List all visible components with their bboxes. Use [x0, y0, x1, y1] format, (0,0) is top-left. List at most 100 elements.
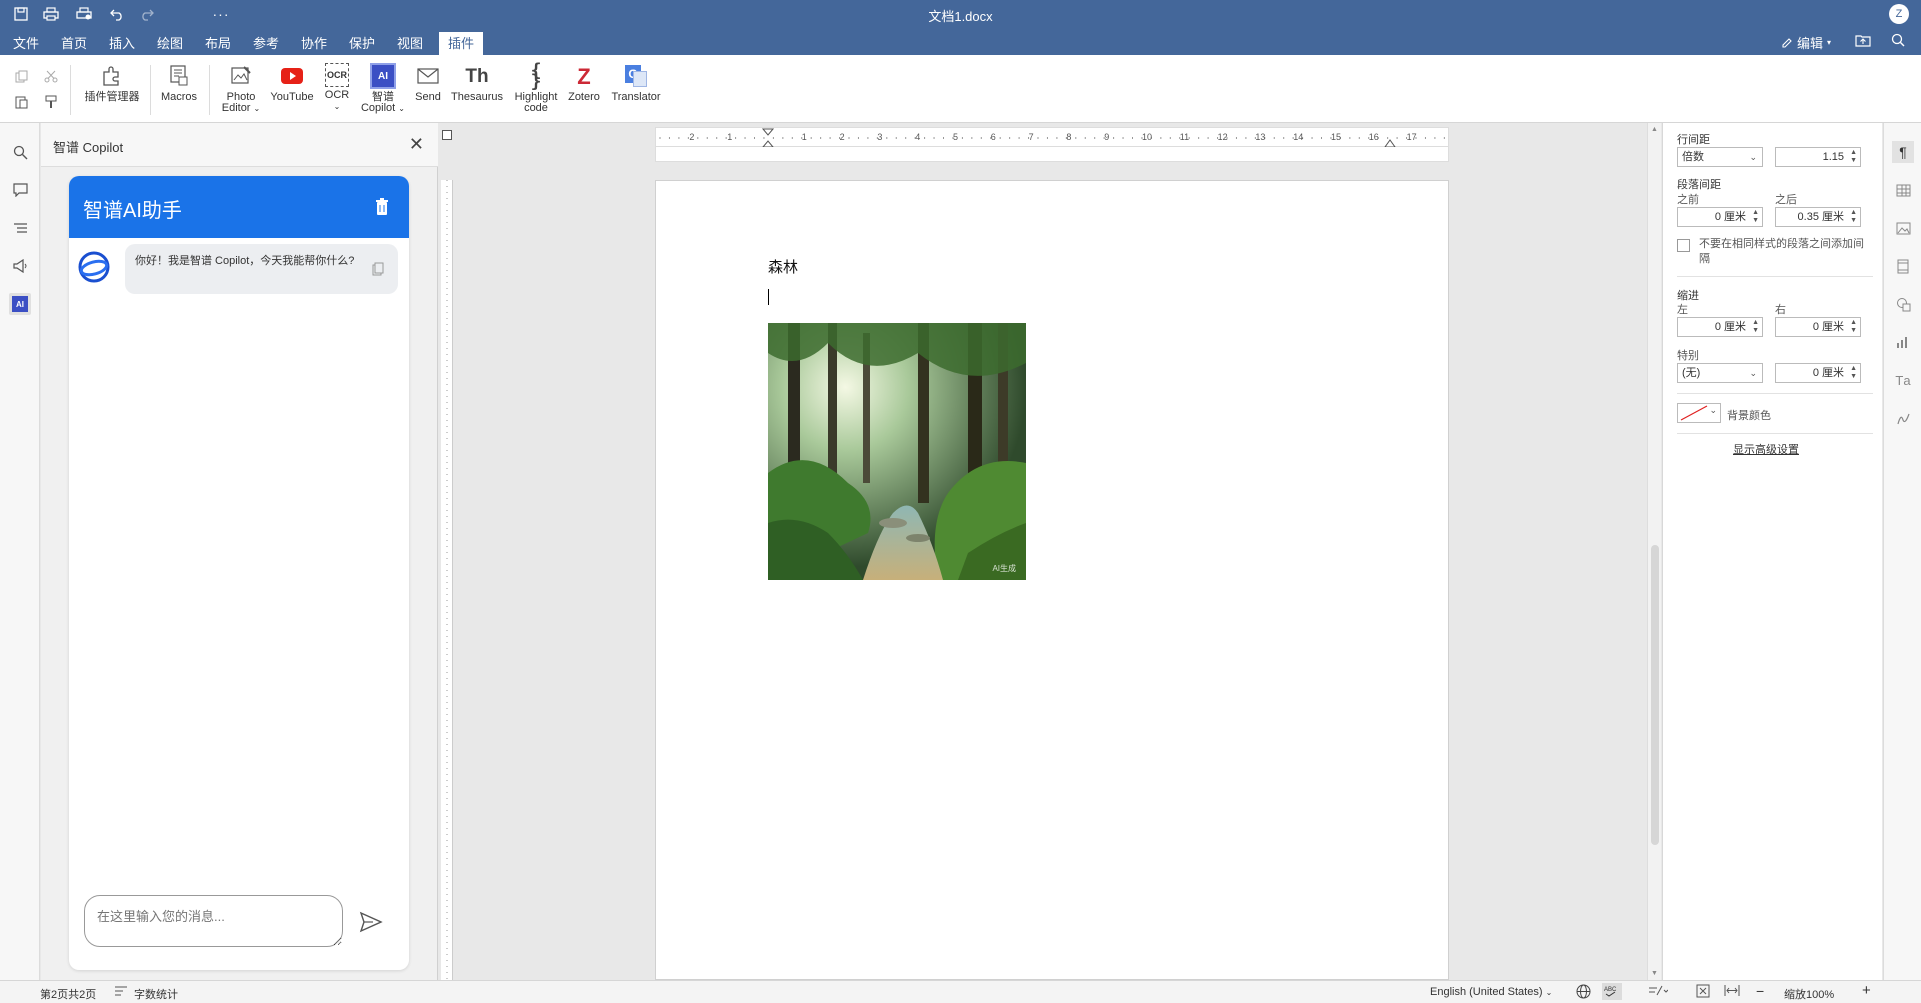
- fit-page-icon[interactable]: [1696, 984, 1710, 1001]
- ai-copilot-icon[interactable]: AI: [9, 293, 31, 315]
- spinner-icon[interactable]: ▲ ▼: [1850, 149, 1857, 165]
- special-indent-mode: (无): [1682, 367, 1701, 379]
- menu-home[interactable]: 首页: [55, 32, 93, 55]
- header-footer-icon[interactable]: [1892, 255, 1914, 277]
- special-indent-select[interactable]: (无) ⌄: [1677, 363, 1763, 383]
- ocr-button[interactable]: OCR OCR ⌄: [320, 63, 354, 112]
- chart-settings-icon[interactable]: [1892, 331, 1914, 353]
- special-indent-field[interactable]: 0 厘米 ▲ ▼: [1775, 363, 1861, 383]
- globe-icon[interactable]: [1576, 984, 1591, 1002]
- scroll-up-icon[interactable]: ▲: [1651, 126, 1658, 133]
- ruler-number: 8: [1066, 132, 1072, 142]
- format-painter-icon[interactable]: [42, 93, 60, 111]
- comment-icon[interactable]: [9, 179, 31, 201]
- scrollbar-thumb[interactable]: [1651, 545, 1659, 845]
- menu-view[interactable]: 视图: [391, 32, 429, 55]
- edit-mode-button[interactable]: 编辑 ▾: [1781, 33, 1831, 52]
- paragraph-settings-icon[interactable]: ¶: [1892, 141, 1914, 163]
- plugin-manager-button[interactable]: 插件管理器: [82, 63, 142, 103]
- section-divider: [1677, 276, 1873, 277]
- menu-file[interactable]: 文件: [7, 32, 45, 55]
- image-watermark: AI生成: [992, 564, 1016, 573]
- send-message-icon[interactable]: [359, 910, 383, 934]
- send-button[interactable]: Send: [412, 63, 444, 103]
- text-art-icon[interactable]: Tа: [1892, 369, 1914, 391]
- spellcheck-icon[interactable]: ABC: [1602, 983, 1622, 1000]
- menu-references[interactable]: 参考: [247, 32, 285, 55]
- zoom-in-icon[interactable]: +: [1862, 982, 1871, 999]
- scroll-down-icon[interactable]: ▼: [1651, 970, 1658, 977]
- ruler-number: 12: [1217, 132, 1228, 142]
- spinner-icon[interactable]: ▲ ▼: [1850, 209, 1857, 225]
- word-count-icon[interactable]: [114, 985, 128, 1001]
- no-color-swatch: [1680, 405, 1708, 421]
- indent-right-field[interactable]: 0 厘米 ▲ ▼: [1775, 317, 1861, 337]
- first-line-indent-marker[interactable]: [762, 128, 774, 148]
- spacing-after-field[interactable]: 0.35 厘米 ▲ ▼: [1775, 207, 1861, 227]
- youtube-button[interactable]: YouTube: [268, 63, 316, 103]
- zhipu-copilot-button[interactable]: AI 智谱 Copilot ⌄: [360, 63, 406, 114]
- zotero-button[interactable]: Z Zotero: [564, 63, 604, 103]
- spinner-icon[interactable]: ▲ ▼: [1752, 209, 1759, 225]
- page-indicator[interactable]: 第2页共2页: [40, 986, 96, 1002]
- advanced-settings-link[interactable]: 显示高级设置: [1733, 441, 1799, 457]
- close-icon[interactable]: ✕: [409, 135, 424, 153]
- open-folder-icon[interactable]: [1855, 33, 1873, 51]
- right-settings-rail: ¶ Tа: [1883, 123, 1921, 980]
- navigation-icon[interactable]: [9, 217, 31, 239]
- table-settings-icon[interactable]: [1892, 179, 1914, 201]
- background-color-picker[interactable]: ⌄: [1677, 403, 1721, 423]
- cut-icon[interactable]: [42, 67, 60, 85]
- tab-stop-selector[interactable]: [442, 130, 452, 140]
- search-icon[interactable]: [1891, 33, 1909, 51]
- image-settings-icon[interactable]: [1892, 217, 1914, 239]
- menu-draw[interactable]: 绘图: [151, 32, 189, 55]
- zoom-out-icon[interactable]: −: [1756, 983, 1764, 999]
- spinner-icon[interactable]: ▲ ▼: [1850, 319, 1857, 335]
- document-heading[interactable]: 森林: [768, 256, 798, 277]
- chevron-down-icon: ⌄: [1749, 152, 1757, 162]
- search-icon[interactable]: [9, 141, 31, 163]
- menu-insert[interactable]: 插入: [103, 32, 141, 55]
- highlight-code-button[interactable]: { } Highlight code: [512, 62, 560, 114]
- indent-left-field[interactable]: 0 厘米 ▲ ▼: [1677, 317, 1763, 337]
- paste-icon[interactable]: [12, 93, 30, 111]
- spacing-before-field[interactable]: 0 厘米 ▲ ▼: [1677, 207, 1763, 227]
- document-title: 文档1.docx: [928, 9, 993, 24]
- ruler-number: 15: [1331, 132, 1342, 142]
- translator-label: Translator: [611, 91, 661, 103]
- forest-image[interactable]: AI生成: [768, 323, 1026, 580]
- line-spacing-value-field[interactable]: 1.15 ▲ ▼: [1775, 147, 1861, 167]
- ai-chip-text: AI: [378, 70, 388, 82]
- announcement-icon[interactable]: [9, 255, 31, 277]
- copy-message-icon[interactable]: [372, 262, 384, 276]
- copy-icon[interactable]: [12, 67, 30, 85]
- photo-editor-button[interactable]: Photo Editor ⌄: [218, 63, 264, 114]
- menu-protect[interactable]: 保护: [343, 32, 381, 55]
- menu-collaborate[interactable]: 协作: [295, 32, 333, 55]
- vertical-scrollbar[interactable]: ▲ ▼: [1647, 123, 1661, 980]
- zoom-level[interactable]: 缩放100%: [1784, 986, 1834, 1002]
- chevron-down-icon: ▾: [1826, 38, 1831, 47]
- left-sidebar-rail: AI: [0, 123, 40, 980]
- macros-button[interactable]: Macros: [158, 63, 200, 103]
- menu-plugins[interactable]: 插件: [439, 32, 484, 55]
- spinner-icon[interactable]: ▲ ▼: [1850, 365, 1857, 381]
- signature-icon[interactable]: [1892, 407, 1914, 429]
- language-selector[interactable]: English (United States) ⌄: [1430, 986, 1552, 998]
- shape-settings-icon[interactable]: [1892, 293, 1914, 315]
- no-space-same-style-checkbox[interactable]: [1677, 239, 1690, 252]
- avatar[interactable]: Z: [1889, 4, 1909, 24]
- word-count-label[interactable]: 字数统计: [134, 986, 178, 1002]
- line-spacing-mode-select[interactable]: 倍数 ⌄: [1677, 147, 1763, 167]
- thesaurus-button[interactable]: Th Thesaurus: [448, 63, 506, 103]
- spinner-icon[interactable]: ▲ ▼: [1752, 319, 1759, 335]
- horizontal-ruler[interactable]: 2 1 1 2 3 4 5 6 7 8 9 10 11 12 13 14 15 16 17: [655, 127, 1449, 148]
- track-changes-icon[interactable]: [1648, 984, 1669, 1000]
- trash-icon[interactable]: [375, 198, 389, 216]
- fit-width-icon[interactable]: [1724, 984, 1740, 1000]
- translator-button[interactable]: G Translator: [608, 63, 664, 103]
- chat-message-input[interactable]: [84, 895, 343, 947]
- menu-layout[interactable]: 布局: [199, 32, 237, 55]
- document-page[interactable]: 森林 AI生成: [655, 180, 1449, 980]
